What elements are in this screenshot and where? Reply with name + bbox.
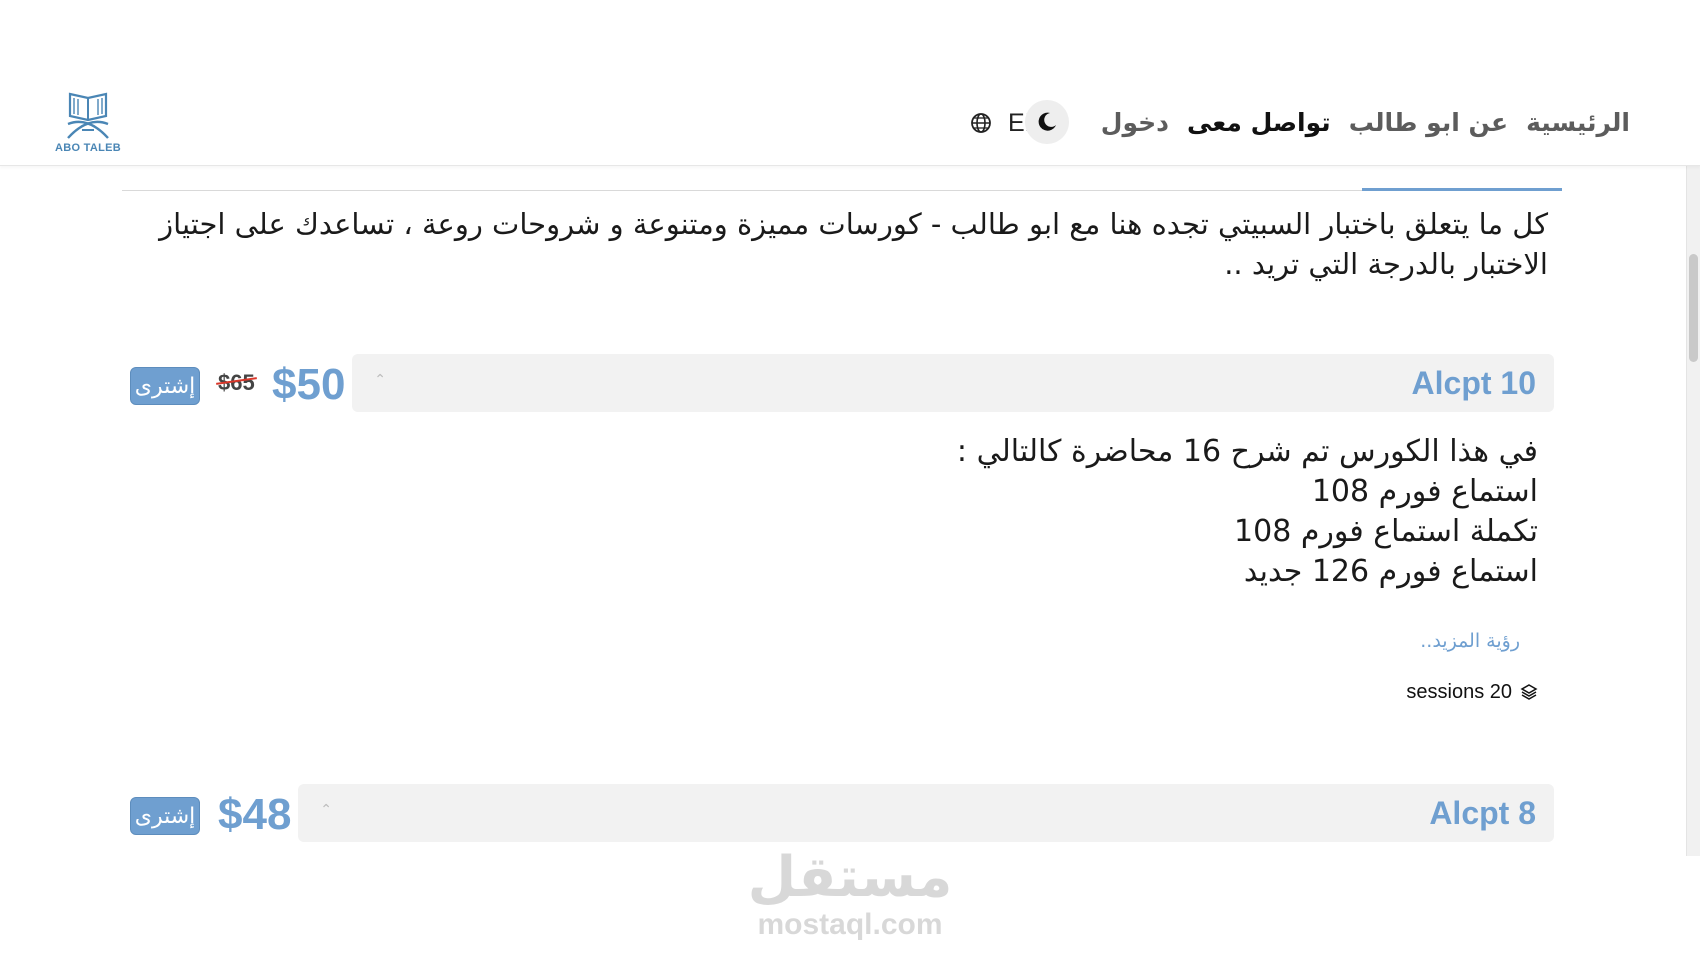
course-price: $50 (272, 360, 346, 409)
chevron-up-icon[interactable]: ⌃ (320, 802, 332, 818)
logo-text: ABO TALEB (54, 142, 122, 154)
nav-home[interactable]: الرئيسية (1526, 108, 1630, 137)
top-navbar: ABO TALEB EN الرئيسية عن ابو طالب تواصل … (0, 0, 1700, 166)
course-accordion-header[interactable]: Alcpt 10 ⌃ (352, 354, 1554, 412)
nav-about[interactable]: عن ابو طالب (1349, 108, 1508, 137)
course-price: $48 (218, 790, 292, 839)
description-line: في هذا الكورس تم شرح 16 محاضرة كالتالي : (956, 434, 1538, 469)
scrollbar-thumb[interactable] (1689, 254, 1698, 362)
course-accordion-header[interactable]: Alcpt 8 ⌃ (298, 784, 1554, 842)
layers-icon (1520, 684, 1538, 700)
description-line: تكملة استماع فورم 108 (1234, 514, 1538, 549)
course-description: في هذا الكورس تم شرح 16 محاضرة كالتالي :… (838, 432, 1538, 592)
page: ABO TALEB EN الرئيسية عن ابو طالب تواصل … (0, 0, 1700, 970)
watermark: مستقل mostaql.com (740, 850, 960, 960)
moon-icon (1038, 112, 1056, 131)
course-old-price: $65 (216, 372, 257, 394)
sessions-label: sessions 20 (1406, 680, 1512, 703)
sessions-count: sessions 20 (1406, 680, 1538, 704)
see-more-link[interactable]: رؤية المزيد.. (1420, 630, 1520, 652)
theme-toggle-button[interactable] (1024, 100, 1069, 144)
site-logo[interactable]: ABO TALEB (52, 86, 124, 160)
globe-icon (971, 113, 991, 133)
buy-button[interactable]: إشترى (130, 367, 200, 405)
nav-contact[interactable]: تواصل معى (1187, 108, 1331, 137)
description-line: استماع فورم 108 (1311, 474, 1538, 509)
watermark-arabic: مستقل (747, 845, 953, 910)
active-tab-indicator (1362, 188, 1562, 191)
description-line: استماع فورم 126 جديد (1243, 554, 1538, 589)
watermark-latin: mostaql.com (757, 908, 943, 941)
course-title: Alcpt 10 (1411, 364, 1536, 401)
page-scrollbar[interactable] (1686, 82, 1700, 856)
buy-button[interactable]: إشترى (130, 797, 200, 835)
book-swords-logo-icon (67, 92, 109, 139)
tabs-divider (122, 190, 1562, 191)
nav-login[interactable]: دخول (1101, 108, 1169, 137)
main-nav: الرئيسية عن ابو طالب تواصل معى دخول (1007, 98, 1630, 146)
course-title: Alcpt 8 (1429, 794, 1536, 831)
chevron-up-icon[interactable]: ⌃ (374, 372, 386, 388)
intro-text: كل ما يتعلق باختبار السبيتي تجده هنا مع … (159, 207, 1548, 281)
